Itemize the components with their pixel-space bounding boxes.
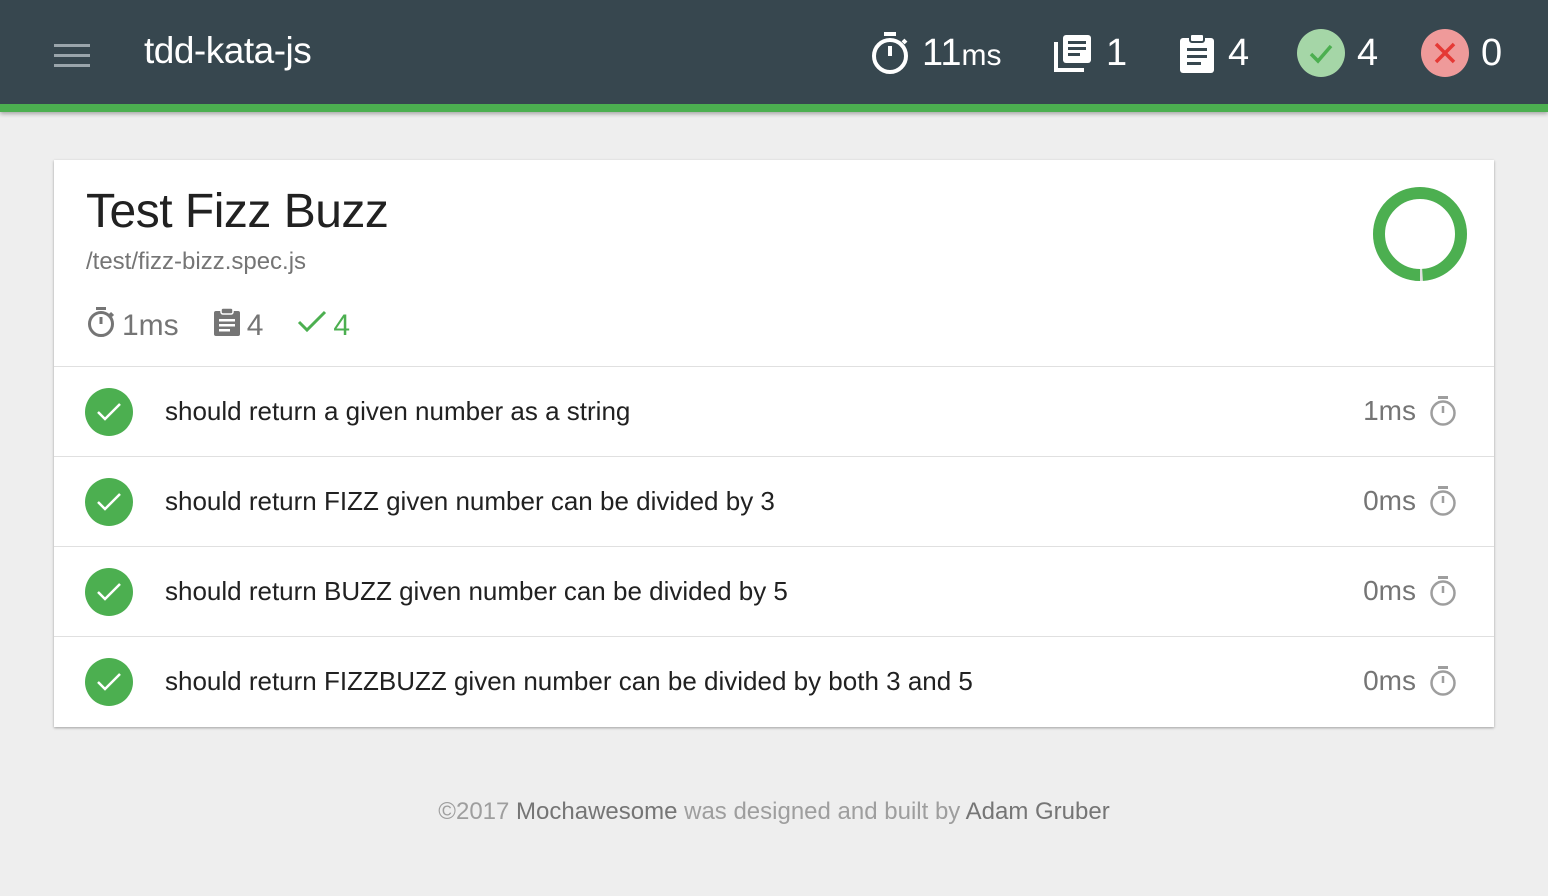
nav-passes-count: 4 bbox=[1357, 31, 1379, 74]
stopwatch-icon bbox=[1428, 575, 1458, 612]
stopwatch-icon bbox=[1428, 395, 1458, 432]
test-title: should return a given number as a string bbox=[165, 396, 631, 426]
nav-tests-stat: 4 bbox=[1178, 26, 1249, 80]
stopwatch-icon bbox=[1428, 665, 1458, 702]
nav-tests-count: 4 bbox=[1228, 31, 1250, 74]
test-row[interactable]: should return FIZZBUZZ given number can … bbox=[54, 637, 1494, 727]
footer-middle: was designed and built by bbox=[677, 798, 966, 825]
test-row[interactable]: should return FIZZ given number can be d… bbox=[54, 457, 1494, 547]
passed-check-icon bbox=[85, 658, 133, 706]
suite-duration-value: 1ms bbox=[122, 309, 179, 342]
test-duration: 0ms bbox=[1363, 665, 1416, 696]
test-title: should return FIZZBUZZ given number can … bbox=[165, 666, 973, 696]
suite-duration-stat: 1ms bbox=[86, 306, 179, 346]
suite-pass-arc bbox=[1373, 187, 1467, 281]
test-row[interactable]: should return BUZZ given number can be d… bbox=[54, 547, 1494, 637]
nav-duration-stat: 11ms bbox=[870, 26, 1001, 80]
nav-failures-count: 0 bbox=[1481, 31, 1503, 74]
test-row[interactable]: should return a given number as a string… bbox=[54, 367, 1494, 457]
nav-failures-stat[interactable]: 0 bbox=[1421, 26, 1502, 80]
test-title: should return FIZZ given number can be d… bbox=[165, 486, 775, 516]
check-icon bbox=[1297, 29, 1345, 77]
stopwatch-icon bbox=[870, 31, 910, 75]
stopwatch-icon bbox=[1428, 485, 1458, 522]
nav-passes-stat[interactable]: 4 bbox=[1297, 26, 1378, 80]
test-duration: 0ms bbox=[1363, 575, 1416, 606]
test-duration: 0ms bbox=[1363, 485, 1416, 516]
suite-tests-count: 4 bbox=[246, 309, 264, 342]
passed-check-icon bbox=[85, 568, 133, 616]
nav-duration-unit: ms bbox=[961, 38, 1002, 72]
report-title: tdd-kata-js bbox=[144, 30, 312, 71]
passed-check-icon bbox=[85, 388, 133, 436]
suite-passes-count: 4 bbox=[333, 309, 351, 342]
suite-card: Test Fizz Buzz /test/fizz-bizz.spec.js 1… bbox=[54, 160, 1494, 727]
stopwatch-icon bbox=[86, 306, 116, 346]
assignment-icon bbox=[213, 307, 241, 345]
nav-suites-count: 1 bbox=[1106, 31, 1128, 74]
close-icon bbox=[1421, 29, 1469, 77]
test-duration: 1ms bbox=[1363, 395, 1416, 426]
footer: ©2017 Mochawesome was designed and built… bbox=[0, 798, 1548, 826]
suite-stats: 1ms 4 4 bbox=[86, 306, 384, 346]
mochawesome-link[interactable]: Mochawesome bbox=[516, 798, 677, 825]
suite-pass-chart bbox=[1373, 187, 1467, 281]
suite-file-path: /test/fizz-bizz.spec.js bbox=[86, 248, 307, 275]
passed-check-icon bbox=[85, 478, 133, 526]
suite-header: Test Fizz Buzz /test/fizz-bizz.spec.js 1… bbox=[54, 160, 1494, 367]
suite-tests-stat: 4 bbox=[213, 307, 264, 345]
hamburger-menu-icon[interactable] bbox=[52, 42, 92, 70]
assignment-icon bbox=[1178, 32, 1216, 74]
author-link[interactable]: Adam Gruber bbox=[966, 798, 1110, 825]
test-title: should return BUZZ given number can be d… bbox=[165, 576, 788, 606]
suite-passes-stat: 4 bbox=[297, 309, 350, 343]
nav-duration-value: 11 bbox=[922, 31, 962, 74]
top-navbar: tdd-kata-js 11ms 1 4 4 0 bbox=[0, 0, 1548, 112]
suite-title: Test Fizz Buzz bbox=[86, 185, 389, 238]
library-books-icon bbox=[1052, 32, 1094, 74]
check-icon bbox=[297, 309, 327, 343]
footer-prefix: ©2017 bbox=[438, 798, 517, 825]
nav-suites-stat: 1 bbox=[1052, 26, 1127, 80]
